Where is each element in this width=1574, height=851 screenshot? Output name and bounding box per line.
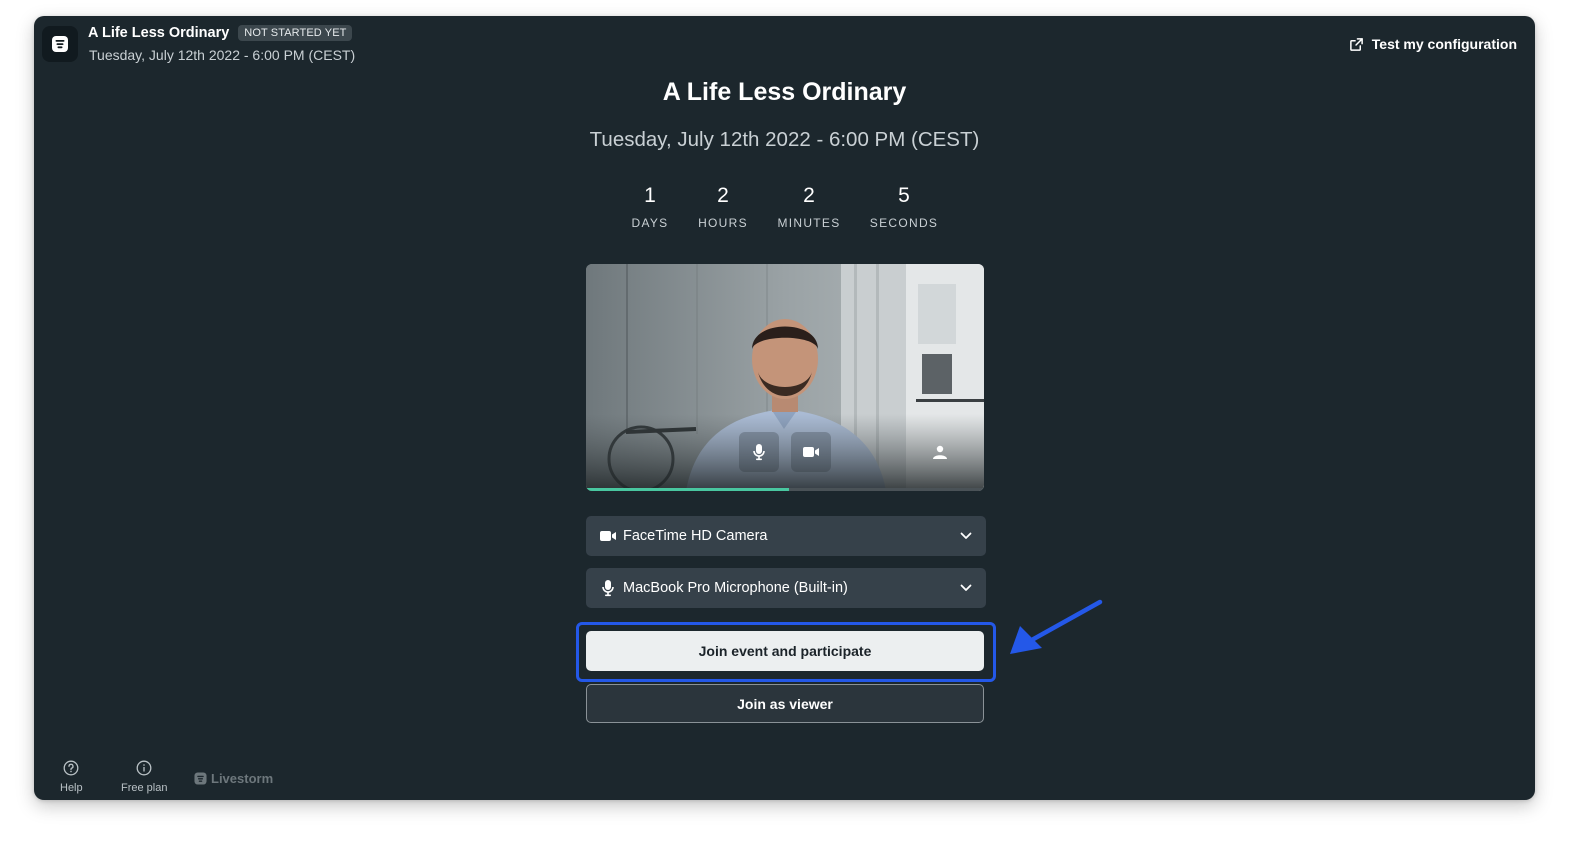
person-background-icon — [933, 445, 947, 459]
app-window: A Life Less Ordinary NOT STARTED YET Tue… — [34, 16, 1535, 800]
microphone-select[interactable]: MacBook Pro Microphone (Built-in) — [586, 568, 986, 608]
help-label: Help — [60, 782, 83, 794]
countdown-hours: 2 HOURS — [678, 184, 768, 230]
header-event-title: A Life Less Ordinary — [88, 25, 230, 41]
brand-label: Livestorm — [211, 771, 274, 786]
countdown-seconds: 5 SECONDS — [859, 184, 949, 230]
countdown-label: SECONDS — [869, 216, 939, 230]
microphone-icon — [753, 444, 765, 461]
livestorm-logo-icon — [52, 36, 68, 52]
status-badge: NOT STARTED YET — [238, 25, 353, 41]
free-plan-label: Free plan — [121, 782, 168, 794]
external-link-icon — [1349, 37, 1363, 51]
countdown-minutes: 2 MINUTES — [764, 184, 854, 230]
test-configuration-link[interactable]: Test my configuration — [1349, 36, 1517, 52]
join-participate-button[interactable]: Join event and participate — [586, 631, 984, 671]
countdown-label: HOURS — [698, 216, 748, 230]
mic-level-track — [586, 488, 984, 491]
help-button[interactable]: Help — [60, 760, 83, 794]
camera-select[interactable]: FaceTime HD Camera — [586, 516, 986, 556]
microphone-icon — [598, 579, 618, 597]
toggle-mic-button[interactable] — [739, 432, 779, 472]
free-plan-button[interactable]: Free plan — [121, 760, 167, 794]
header-event-date: Tuesday, July 12th 2022 - 6:00 PM (CEST) — [89, 47, 356, 63]
video-camera-icon — [803, 447, 819, 457]
header-title-row: A Life Less Ordinary NOT STARTED YET — [88, 25, 353, 41]
info-icon — [136, 760, 152, 776]
brand-footer: Livestorm — [194, 771, 273, 786]
countdown-value: 2 — [717, 184, 729, 207]
event-date: Tuesday, July 12th 2022 - 6:00 PM (CEST) — [589, 128, 980, 151]
page-title: A Life Less Ordinary — [662, 78, 907, 106]
app-logo — [42, 26, 78, 62]
annotation-arrow-icon — [1010, 599, 1103, 654]
chevron-down-icon — [960, 584, 972, 592]
join-viewer-button[interactable]: Join as viewer — [586, 684, 984, 723]
toggle-camera-button[interactable] — [791, 432, 831, 472]
microphone-select-value: MacBook Pro Microphone (Built-in) — [623, 580, 848, 596]
effects-button[interactable] — [920, 432, 960, 472]
countdown-value: 5 — [898, 184, 910, 207]
help-icon — [63, 760, 79, 776]
video-camera-icon — [598, 529, 618, 543]
mic-level-fill — [586, 488, 789, 491]
camera-select-value: FaceTime HD Camera — [623, 528, 768, 544]
countdown-label: MINUTES — [777, 216, 841, 230]
chevron-down-icon — [960, 532, 972, 540]
countdown-value: 2 — [803, 184, 815, 207]
test-configuration-label: Test my configuration — [1371, 36, 1517, 52]
countdown: 1 DAYS 2 HOURS 2 MINUTES 5 SECONDS — [34, 184, 1535, 244]
livestorm-logo-icon — [194, 772, 207, 785]
camera-preview — [586, 264, 984, 491]
